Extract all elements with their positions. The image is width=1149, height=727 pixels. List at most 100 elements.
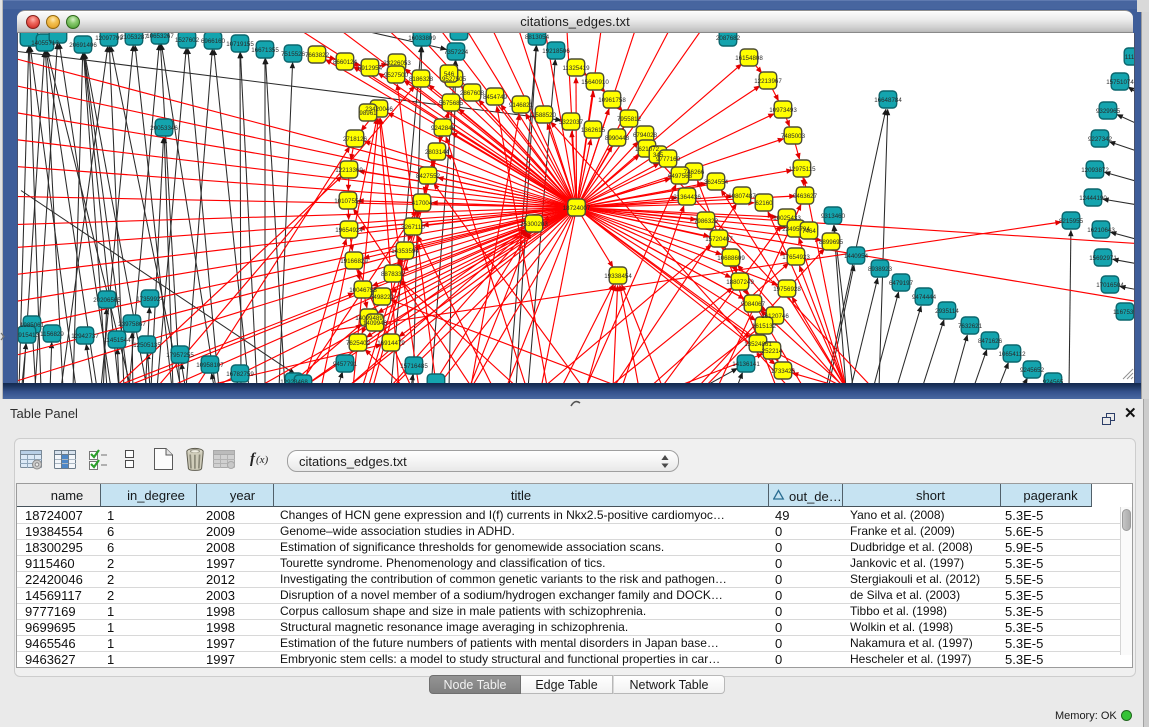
svg-text:12093872: 12093872 [1081, 167, 1109, 174]
svg-text:20206565: 20206565 [93, 297, 121, 304]
svg-text:1615132: 1615132 [752, 323, 777, 330]
svg-text:7955812: 7955812 [617, 116, 642, 123]
svg-text:10973493: 10973493 [769, 107, 797, 114]
svg-text:25300203: 25300203 [520, 221, 548, 228]
svg-text:17957255: 17957255 [166, 352, 194, 359]
svg-text:417004: 417004 [412, 200, 433, 207]
svg-text:1167539: 1167539 [1113, 309, 1134, 316]
svg-text:16671355: 16671355 [251, 47, 279, 54]
svg-text:3267110: 3267110 [401, 224, 425, 231]
svg-text:8186328: 8186328 [409, 76, 434, 83]
svg-text:5498222: 5498222 [370, 294, 395, 301]
svg-text:2087682: 2087682 [716, 35, 741, 42]
svg-text:12213369: 12213369 [335, 167, 363, 174]
svg-text:3624554: 3624554 [704, 179, 729, 186]
svg-text:16782759: 16782759 [226, 371, 254, 378]
svg-text:9777169: 9777169 [656, 156, 681, 163]
svg-text:21364436: 21364436 [673, 194, 701, 201]
svg-text:5675685: 5675685 [439, 100, 464, 107]
svg-text:16154808: 16154808 [735, 55, 763, 62]
svg-text:12097799: 12097799 [95, 35, 123, 42]
svg-text:9457791: 9457791 [333, 361, 358, 368]
svg-text:19218506: 19218506 [542, 48, 570, 55]
svg-text:1733426: 1733426 [771, 368, 796, 375]
svg-text:9474444: 9474444 [912, 294, 937, 301]
svg-text:12505135: 12505135 [133, 342, 161, 349]
svg-text:7485003: 7485003 [781, 133, 806, 140]
svg-text:18807249: 18807249 [726, 279, 754, 286]
svg-text:9313460: 9313460 [821, 213, 846, 220]
svg-text:20053346: 20053346 [150, 125, 178, 132]
svg-text:14136141: 14136141 [732, 361, 760, 368]
svg-text:7663822: 7663822 [305, 52, 330, 59]
svg-text:8938923: 8938923 [868, 266, 893, 273]
svg-text:62160: 62160 [755, 200, 773, 207]
svg-text:8660124: 8660124 [333, 59, 358, 66]
svg-text:8215955: 8215955 [1059, 218, 1084, 225]
svg-text:9084067: 9084067 [741, 301, 766, 308]
svg-text:23226053: 23226053 [383, 60, 411, 67]
svg-text:15751074: 15751074 [1106, 79, 1134, 86]
svg-text:9463627: 9463627 [793, 193, 818, 200]
svg-text:20691406: 20691406 [69, 42, 97, 49]
svg-text:8813054: 8813054 [525, 34, 550, 41]
svg-text:19756928: 19756928 [773, 286, 801, 293]
svg-text:15720407: 15720407 [705, 236, 733, 243]
svg-text:7357224: 7357224 [444, 49, 469, 56]
svg-text:8471626: 8471626 [978, 338, 1003, 345]
svg-text:(x): (x) [256, 454, 269, 466]
svg-text:14055713: 14055713 [31, 40, 59, 47]
svg-text:924565: 924565 [1043, 379, 1064, 383]
svg-text:2867608: 2867608 [460, 90, 485, 97]
svg-text:9146821: 9146821 [509, 102, 534, 109]
svg-text:6794028: 6794028 [633, 132, 658, 139]
svg-text:19338454: 19338454 [604, 273, 632, 280]
svg-text:15716485: 15716485 [400, 363, 428, 370]
svg-text:15692971: 15692971 [1089, 255, 1117, 262]
svg-text:6479197: 6479197 [889, 280, 914, 287]
svg-text:19166829: 19166829 [340, 258, 368, 265]
svg-text:7986322: 7986322 [694, 218, 719, 225]
svg-text:17016504: 17016504 [1096, 282, 1124, 289]
svg-text:9329965: 9329965 [1096, 108, 1121, 115]
svg-text:13524861: 13524861 [744, 341, 772, 348]
svg-text:7625402: 7625402 [346, 340, 371, 347]
svg-text:11325419: 11325419 [562, 65, 590, 72]
svg-text:10688609: 10688609 [717, 255, 745, 262]
svg-text:546: 546 [444, 71, 455, 78]
svg-text:12213967: 12213967 [754, 78, 782, 85]
svg-text:10961758: 10961758 [598, 97, 626, 104]
svg-text:21053287: 21053287 [120, 34, 148, 41]
svg-text:8912954: 8912954 [358, 65, 383, 72]
svg-text:1985061: 1985061 [20, 322, 45, 329]
svg-text:10654112: 10654112 [998, 351, 1026, 358]
svg-text:8899695: 8899695 [819, 239, 844, 246]
svg-text:252214: 252214 [762, 348, 783, 355]
svg-text:11121: 11121 [1125, 54, 1134, 61]
svg-text:11451544: 11451544 [103, 337, 131, 344]
svg-text:8878332: 8878332 [381, 271, 406, 278]
svg-text:9227342: 9227342 [1088, 136, 1113, 143]
svg-text:5322037: 5322037 [559, 119, 584, 126]
svg-text:10958107: 10958107 [196, 362, 224, 369]
svg-text:1588520: 1588520 [532, 112, 557, 119]
svg-text:16914479: 16914479 [377, 340, 405, 347]
svg-text:10025433: 10025433 [773, 215, 801, 222]
svg-text:16648784: 16648784 [874, 97, 902, 104]
svg-text:7515526: 7515526 [281, 51, 306, 58]
svg-text:9242848: 9242848 [431, 125, 456, 132]
svg-text:15640910: 15640910 [581, 79, 609, 86]
svg-text:1156829: 1156829 [40, 331, 64, 338]
svg-text:10107554: 10107554 [334, 198, 362, 205]
svg-text:8454749: 8454749 [483, 94, 508, 101]
svg-text:7632621: 7632621 [958, 323, 983, 330]
svg-text:12975115: 12975115 [788, 166, 816, 173]
svg-text:9527500: 9527500 [384, 72, 409, 79]
svg-text:10807487: 10807487 [728, 193, 756, 200]
svg-text:1409948: 1409948 [363, 320, 388, 327]
svg-text:2935114: 2935114 [935, 308, 959, 315]
svg-text:1362615: 1362615 [581, 127, 606, 134]
svg-text:7464: 7464 [802, 228, 816, 235]
svg-text:14353594: 14353594 [391, 248, 419, 255]
svg-text:16033809: 16033809 [408, 35, 436, 42]
